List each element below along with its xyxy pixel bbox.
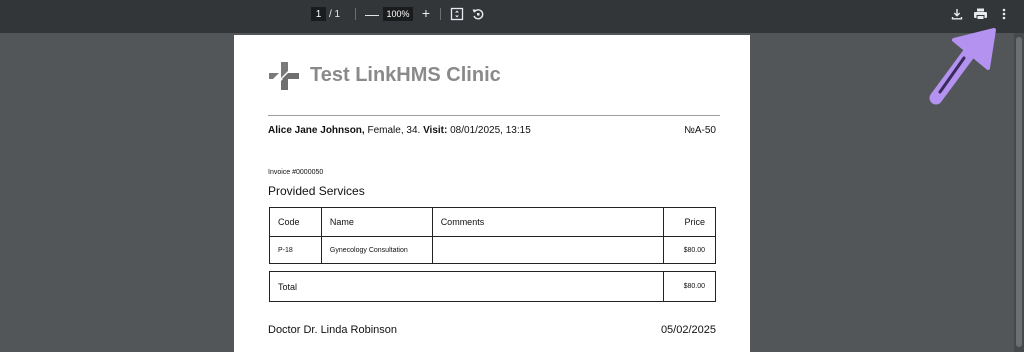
clinic-cross-icon — [269, 62, 299, 90]
total-price: $80.00 — [663, 271, 716, 302]
pdf-page: Test LinkHMS Clinic Alice Jane Johnson, … — [234, 35, 750, 352]
page-total: / 1 — [329, 8, 341, 20]
patient-line: Alice Jane Johnson, Female, 34. Visit: 0… — [268, 125, 531, 136]
vertical-scrollbar[interactable] — [1014, 33, 1024, 352]
fit-page-icon[interactable] — [450, 7, 464, 21]
scrollbar-thumb[interactable] — [1016, 37, 1022, 347]
zoom-level-input[interactable]: 100% — [383, 7, 413, 21]
clinic-logo — [268, 60, 300, 92]
patient-details: Female, 34. — [364, 125, 424, 136]
toolbar-divider — [440, 8, 441, 20]
doctor-name: Doctor Dr. Linda Robinson — [268, 324, 398, 336]
services-table: Code Name Comments Price P-18 Gynecology… — [269, 207, 716, 264]
section-title: Provided Services — [268, 184, 365, 198]
header-price: Price — [663, 207, 716, 237]
visit-number: №A-50 — [684, 125, 716, 136]
zoom-out-button[interactable]: — — [365, 6, 379, 22]
total-row: Total $80.00 — [268, 271, 716, 302]
more-vert-icon[interactable] — [997, 7, 1011, 21]
annotation-arrow-icon — [929, 28, 996, 105]
invoice-number: Invoice #0000050 — [268, 169, 324, 176]
document-date: 05/02/2025 — [660, 324, 716, 336]
header-name: Name — [320, 207, 433, 237]
download-icon[interactable] — [950, 7, 964, 21]
header-divider — [268, 115, 720, 116]
visit-label: Visit: — [423, 125, 448, 136]
patient-name: Alice Jane Johnson, — [268, 125, 365, 136]
toolbar-divider — [355, 8, 356, 20]
cell-price: $80.00 — [663, 236, 716, 264]
table-header-row: Code Name Comments Price — [269, 207, 716, 237]
zoom-in-button[interactable]: + — [419, 5, 433, 21]
header-comments: Comments — [431, 207, 665, 237]
rotate-icon[interactable] — [471, 7, 485, 21]
table-row: P-18 Gynecology Consultation $80.00 — [269, 236, 716, 264]
page-number-input[interactable]: 1 — [311, 7, 326, 21]
cell-name: Gynecology Consultation — [320, 236, 433, 264]
cell-code: P-18 — [269, 236, 322, 264]
visit-datetime: 08/01/2025, 13:15 — [447, 125, 531, 136]
clinic-name: Test LinkHMS Clinic — [310, 64, 501, 86]
total-label: Total — [268, 271, 665, 302]
cell-comments — [431, 236, 665, 264]
header-code: Code — [269, 207, 322, 237]
print-icon[interactable] — [973, 7, 988, 21]
pdf-toolbar: 1 / 1 — 100% + — [0, 0, 1024, 33]
total-table: Total $80.00 — [268, 271, 716, 302]
